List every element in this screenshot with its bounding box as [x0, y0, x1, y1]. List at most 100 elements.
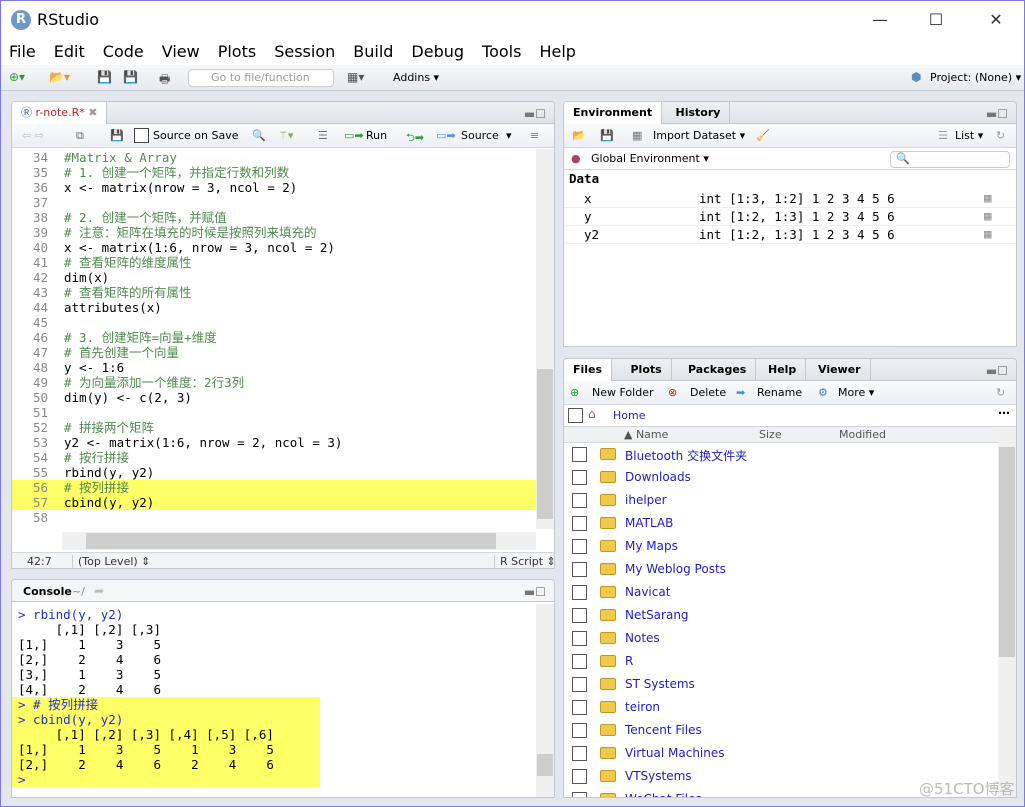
grid-layout-icon[interactable]: ▦▾	[347, 70, 364, 86]
load-workspace-icon[interactable]: 📂	[572, 129, 586, 142]
file-name-link[interactable]: WeChat Files	[625, 792, 702, 797]
maximize-button[interactable]: ☐	[921, 7, 951, 33]
tab-viewer[interactable]: Viewer	[809, 359, 871, 381]
file-name-link[interactable]: VTSystems	[625, 769, 692, 783]
file-checkbox[interactable]	[572, 631, 587, 646]
rename-button[interactable]: Rename	[757, 386, 802, 399]
menu-help[interactable]: Help	[539, 39, 575, 65]
menu-tools[interactable]: Tools	[482, 39, 521, 65]
file-checkbox[interactable]	[572, 516, 587, 531]
minimize-maximize-icon[interactable]: ▬☐	[986, 364, 1008, 378]
menu-view[interactable]: View	[162, 39, 200, 65]
close-button[interactable]: ✕	[981, 7, 1011, 33]
file-name-link[interactable]: My Maps	[625, 539, 678, 553]
save-all-icon[interactable]: 💾	[123, 70, 138, 86]
tab-help[interactable]: Help	[759, 359, 807, 381]
project-menu[interactable]: Project: (None) ▾	[930, 71, 1021, 87]
tab-plots[interactable]: Plots	[622, 359, 672, 381]
filetype-selector[interactable]: R Script ⇕	[494, 555, 554, 568]
source-on-save-checkbox[interactable]	[134, 128, 149, 143]
new-file-icon[interactable]: ⊕▾	[9, 70, 25, 86]
file-checkbox[interactable]	[572, 723, 587, 738]
editor-vertical-scrollbar[interactable]	[536, 149, 554, 529]
file-name-link[interactable]: Navicat	[625, 585, 670, 599]
file-checkbox[interactable]	[572, 562, 587, 577]
goto-file-input[interactable]: Go to file/function	[188, 69, 334, 87]
column-size[interactable]: Size	[759, 428, 782, 441]
view-data-icon[interactable]: ▦	[984, 226, 992, 241]
source-dropdown-icon[interactable]: ▾	[506, 129, 512, 142]
tab-r-note[interactable]: Ⓡ r-note.R* ✖	[12, 102, 108, 125]
menu-file[interactable]: File	[9, 39, 36, 65]
file-checkbox[interactable]	[572, 677, 587, 692]
menu-session[interactable]: Session	[274, 39, 335, 65]
more-menu[interactable]: More ▾	[838, 386, 874, 399]
file-checkbox[interactable]	[572, 792, 587, 797]
file-checkbox[interactable]	[572, 447, 587, 462]
print-icon[interactable]: 🖶	[159, 70, 170, 86]
addins-menu[interactable]: Addins ▾	[393, 71, 439, 87]
outline-icon[interactable]: ≡	[530, 129, 539, 142]
minimize-maximize-icon[interactable]: ▬☐	[986, 107, 1008, 121]
tab-history[interactable]: History	[667, 102, 731, 124]
file-name-link[interactable]: Virtual Machines	[625, 746, 725, 760]
console-scrollbar[interactable]	[536, 604, 554, 797]
save-icon[interactable]: 💾	[97, 70, 112, 86]
menu-code[interactable]: Code	[103, 39, 144, 65]
tab-files[interactable]: Files	[564, 359, 613, 382]
delete-button[interactable]: Delete	[690, 386, 726, 399]
close-tab-icon[interactable]: ✖	[88, 106, 97, 119]
magic-wand-icon[interactable]: ⚚▾	[278, 129, 293, 142]
show-in-window-icon[interactable]: ⧉	[76, 129, 84, 143]
file-checkbox[interactable]	[572, 585, 587, 600]
menu-debug[interactable]: Debug	[411, 39, 464, 65]
file-name-link[interactable]: ST Systems	[625, 677, 695, 691]
file-name-link[interactable]: MATLAB	[625, 516, 673, 530]
view-data-icon[interactable]: ▦	[984, 190, 992, 205]
menu-plots[interactable]: Plots	[218, 39, 257, 65]
save-workspace-icon[interactable]: 💾	[600, 129, 614, 142]
file-name-link[interactable]: Bluetooth 交换文件夹	[625, 447, 747, 464]
back-forward-icon[interactable]: ⇦ ⇨	[22, 129, 44, 142]
tab-environment[interactable]: Environment	[564, 102, 663, 125]
file-checkbox[interactable]	[572, 769, 587, 784]
editor-horizontal-scrollbar[interactable]	[62, 532, 536, 550]
home-link[interactable]: Home	[613, 409, 645, 422]
file-name-link[interactable]: R	[625, 654, 633, 668]
column-name[interactable]: ▲ Name	[624, 428, 668, 441]
environment-row[interactable]: y2 int [1:2, 1:3] 1 2 3 4 5 6 ▦	[564, 226, 1016, 244]
file-name-link[interactable]: Notes	[625, 631, 660, 645]
environment-row[interactable]: x int [1:3, 1:2] 1 2 3 4 5 6 ▦	[564, 190, 1016, 208]
file-name-link[interactable]: ihelper	[625, 493, 667, 507]
menu-build[interactable]: Build	[353, 39, 393, 65]
scope-dropdown[interactable]: Global Environment ▾	[591, 152, 709, 165]
file-name-link[interactable]: NetSarang	[625, 608, 689, 622]
view-data-icon[interactable]: ▦	[984, 208, 992, 223]
source-button[interactable]: Source	[461, 129, 499, 142]
new-folder-button[interactable]: New Folder	[592, 386, 653, 399]
files-scrollbar[interactable]	[998, 427, 1016, 797]
refresh-icon[interactable]: ↻	[996, 386, 1005, 399]
minimize-button[interactable]: —	[865, 7, 895, 33]
file-checkbox[interactable]	[572, 608, 587, 623]
file-checkbox[interactable]	[572, 539, 587, 554]
file-name-link[interactable]: Downloads	[625, 470, 691, 484]
refresh-icon[interactable]: ↻	[996, 129, 1005, 142]
file-checkbox[interactable]	[572, 493, 587, 508]
view-mode-dropdown[interactable]: List ▾	[955, 129, 983, 142]
minimize-maximize-icon[interactable]: ▬☐	[524, 107, 546, 121]
run-button[interactable]: Run	[366, 129, 387, 142]
select-all-checkbox[interactable]	[568, 408, 583, 423]
file-checkbox[interactable]	[572, 700, 587, 715]
file-name-link[interactable]: My Weblog Posts	[625, 562, 726, 576]
code-editor[interactable]: 3334#Matrix & Array35# 1. 创建一个矩阵，并指定行数和列…	[12, 149, 536, 523]
minimize-maximize-icon[interactable]: ▬☐	[524, 585, 546, 599]
console-output[interactable]: > rbind(y, y2) [,1] [,2] [,3] [1,] 1 3 5[…	[12, 607, 536, 797]
import-dataset-button[interactable]: Import Dataset ▾	[653, 129, 745, 142]
file-checkbox[interactable]	[572, 654, 587, 669]
file-checkbox[interactable]	[572, 746, 587, 761]
file-name-link[interactable]: Tencent Files	[625, 723, 702, 737]
environment-search-input[interactable]: 🔍	[890, 151, 1010, 168]
file-name-link[interactable]: teiron	[625, 700, 660, 714]
save-icon[interactable]: 💾	[110, 129, 124, 142]
